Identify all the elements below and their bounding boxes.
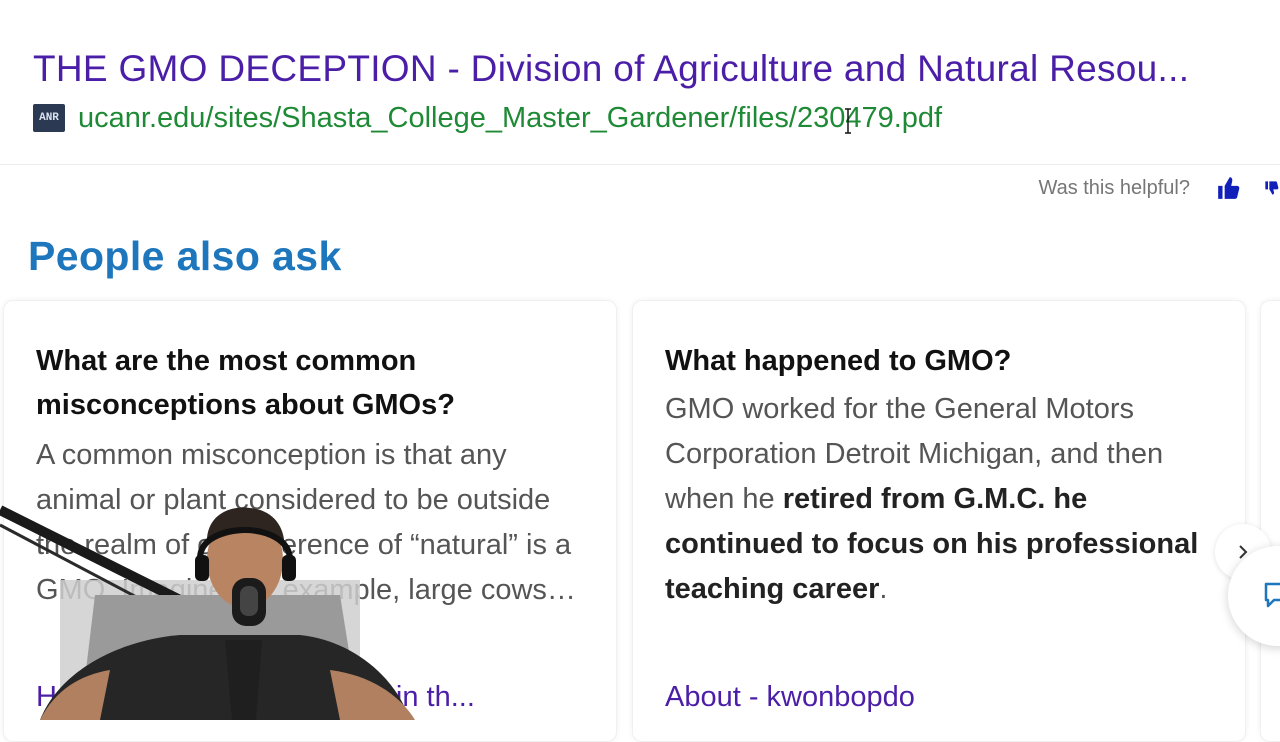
paa-answer: GMO worked for the General Motors Corpor… [665,387,1205,612]
feedback-bar: Was this helpful? [1038,172,1280,204]
result-url-link[interactable]: ucanr.edu/sites/Shasta_College_Master_Ga… [78,102,942,135]
divider [0,164,1280,165]
feedback-prompt: Was this helpful? [1038,176,1190,199]
paa-question: What happened to GMO? [665,345,1012,377]
thumbs-up-icon[interactable] [1216,175,1242,201]
paa-source-link[interactable]: About - kwonbopdo [665,681,915,714]
people-also-ask-heading: People also ask [28,233,342,279]
chat-icon [1264,582,1280,608]
paa-question: What are the most common misconceptions … [36,345,455,421]
thumbs-down-icon[interactable] [1264,175,1280,201]
site-favicon: ANR [33,104,65,132]
paa-card-partial[interactable] [1260,300,1280,742]
result-url-row: ANR ucanr.edu/sites/Shasta_College_Maste… [33,98,942,138]
text-cursor-icon [845,108,851,134]
paa-answer-end: . [879,573,888,605]
paa-card[interactable]: What happened to GMO? GMO worked for the… [632,300,1246,742]
webcam-overlay [0,505,415,720]
result-title-link[interactable]: THE GMO DECEPTION - Division of Agricult… [33,46,1263,92]
